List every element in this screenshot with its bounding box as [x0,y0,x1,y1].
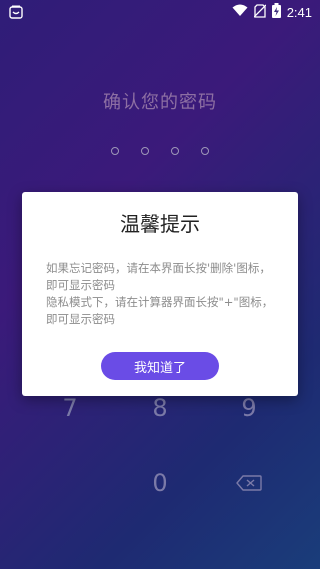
battery-charging-icon [271,3,281,22]
app-notification-icon [8,4,24,20]
tip-dialog: 温馨提示 如果忘记密码，请在本界面长按'删除'图标，即可显示密码 隐私模式下，请… [22,192,298,396]
status-icons: 2:41 [232,3,312,22]
page-title: 确认您的密码 [103,92,217,113]
pin-dot [141,147,149,155]
backspace-icon[interactable] [219,463,279,503]
dialog-message: 如果忘记密码，请在本界面长按'删除'图标，即可显示密码 隐私模式下，请在计算器界… [46,260,282,328]
pin-dot [201,147,209,155]
dialog-message-line: 如果忘记密码，请在本界面长按'删除'图标，即可显示密码 [46,261,271,292]
pin-indicator [0,147,320,155]
wifi-icon [232,4,248,21]
confirm-button[interactable]: 我知道了 [101,352,219,380]
pin-dot [171,147,179,155]
dialog-message-line: 隐私模式下，请在计算器界面长按"+"图标，即可显示密码 [46,295,274,326]
pin-dot [111,147,119,155]
dialog-title: 温馨提示 [120,212,200,236]
key-0[interactable]: 0 [130,463,190,503]
no-sim-icon [253,3,267,22]
lock-screen: 2:41 确认您的密码 7 8 9 0 温馨提示 如果忘记密码，请在本界面长按'… [0,0,320,569]
status-bar: 2:41 [0,0,320,24]
status-time: 2:41 [286,5,312,20]
